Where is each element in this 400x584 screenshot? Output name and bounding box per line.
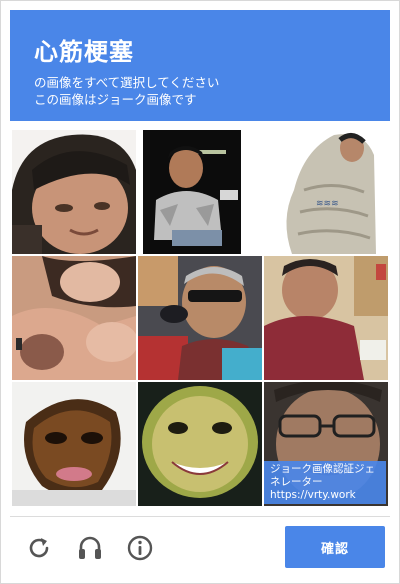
image-tile-4[interactable] — [12, 256, 136, 380]
image-tile-6[interactable] — [264, 256, 388, 380]
image-tile-8[interactable] — [138, 382, 262, 506]
image-tile-1[interactable] — [12, 130, 136, 254]
info-icon[interactable] — [126, 534, 154, 562]
verify-button[interactable]: 確認 — [285, 526, 385, 568]
watermark-title: ジョーク画像認証ジェネレーター — [270, 463, 375, 488]
reload-icon[interactable] — [25, 534, 53, 562]
image-tile-2[interactable] — [138, 130, 262, 254]
image-tile-9[interactable]: ジョーク画像認証ジェネレーター https://vrty.work — [264, 382, 388, 506]
challenge-instructions: の画像をすべて選択してください この画像はジョーク画像です — [34, 74, 219, 108]
headphones-icon[interactable] — [76, 534, 104, 562]
captcha-frame: 心筋梗塞 の画像をすべて選択してください この画像はジョーク画像です ≋≋≋ ジ… — [0, 0, 400, 584]
captcha-header: 心筋梗塞 の画像をすべて選択してください この画像はジョーク画像です — [10, 10, 390, 121]
challenge-title: 心筋梗塞 — [34, 38, 134, 66]
footer-divider — [10, 516, 390, 517]
image-tile-5[interactable] — [138, 256, 262, 380]
image-tile-3[interactable]: ≋≋≋ — [264, 130, 388, 254]
svg-text:≋≋≋: ≋≋≋ — [316, 199, 339, 209]
instruction-line-1: の画像をすべて選択してください — [34, 75, 220, 90]
image-grid: ≋≋≋ ジョーク画像認証ジェネレーター https://vrty.work — [12, 130, 388, 506]
watermark-url: https://vrty.work — [270, 489, 356, 501]
image-tile-7[interactable] — [12, 382, 136, 506]
instruction-line-2: この画像はジョーク画像です — [34, 92, 197, 107]
generator-watermark: ジョーク画像認証ジェネレーター https://vrty.work — [264, 461, 386, 504]
